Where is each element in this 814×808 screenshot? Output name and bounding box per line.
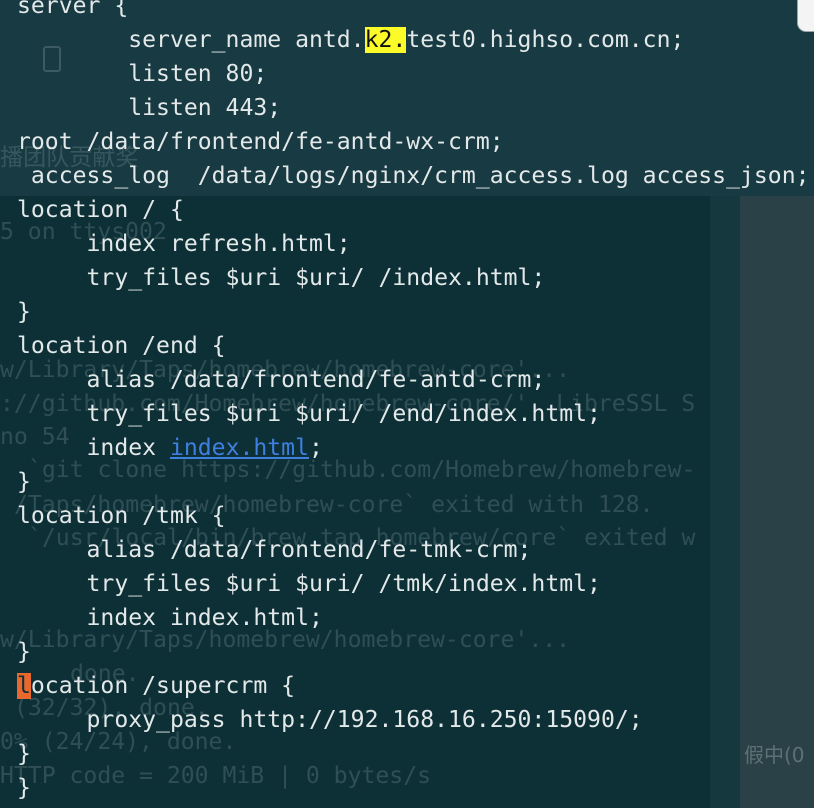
search-match: k2. [364,27,407,53]
code-line: } [17,741,31,767]
code-line: listen 80; [17,61,268,87]
code-line: location / { [17,197,184,223]
file-link[interactable]: index.html [170,435,309,461]
code-text: ; [309,435,323,461]
code-line: try_files $uri $uri/ /end/index.html; [17,401,601,427]
code-text: server_name antd. [17,27,365,53]
code-line: index index.html; [17,605,323,631]
code-line: } [17,775,31,801]
code-line: listen 443; [17,95,282,121]
code-line: } [17,469,31,495]
code-line: server { [17,0,129,19]
code-line: proxy_pass http://192.168.16.250:15090/; [17,707,643,733]
code-line: try_files $uri $uri/ /index.html; [17,265,546,291]
code-line: location /end { [17,333,226,359]
code-line-cursor: location /supercrm { [17,669,814,703]
code-line: try_files $uri $uri/ /tmk/index.html; [17,571,601,597]
code-line: alias /data/frontend/fe-tmk-crm; [17,537,532,563]
terminal-editor[interactable]: server { server_name antd.k2.test0.highs… [0,0,814,805]
code-text: ocation /supercrm { [30,673,296,699]
code-line: alias /data/frontend/fe-antd-crm; [17,367,546,393]
text-cursor: l [17,673,31,699]
code-line: } [17,299,31,325]
code-text: index [17,435,170,461]
code-text: test0.highso.com.cn; [406,27,685,53]
code-line-index: index index.html; [17,431,814,465]
code-line: } [17,639,31,665]
code-line: root /data/frontend/fe-antd-wx-crm; [17,129,504,155]
code-line: access_log /data/logs/nginx/crm_access.l… [17,163,810,189]
code-line: location /tmk { [17,503,226,529]
code-line-server-name: server_name antd.k2.test0.highso.com.cn; [17,23,814,57]
code-line: index refresh.html; [17,231,351,257]
